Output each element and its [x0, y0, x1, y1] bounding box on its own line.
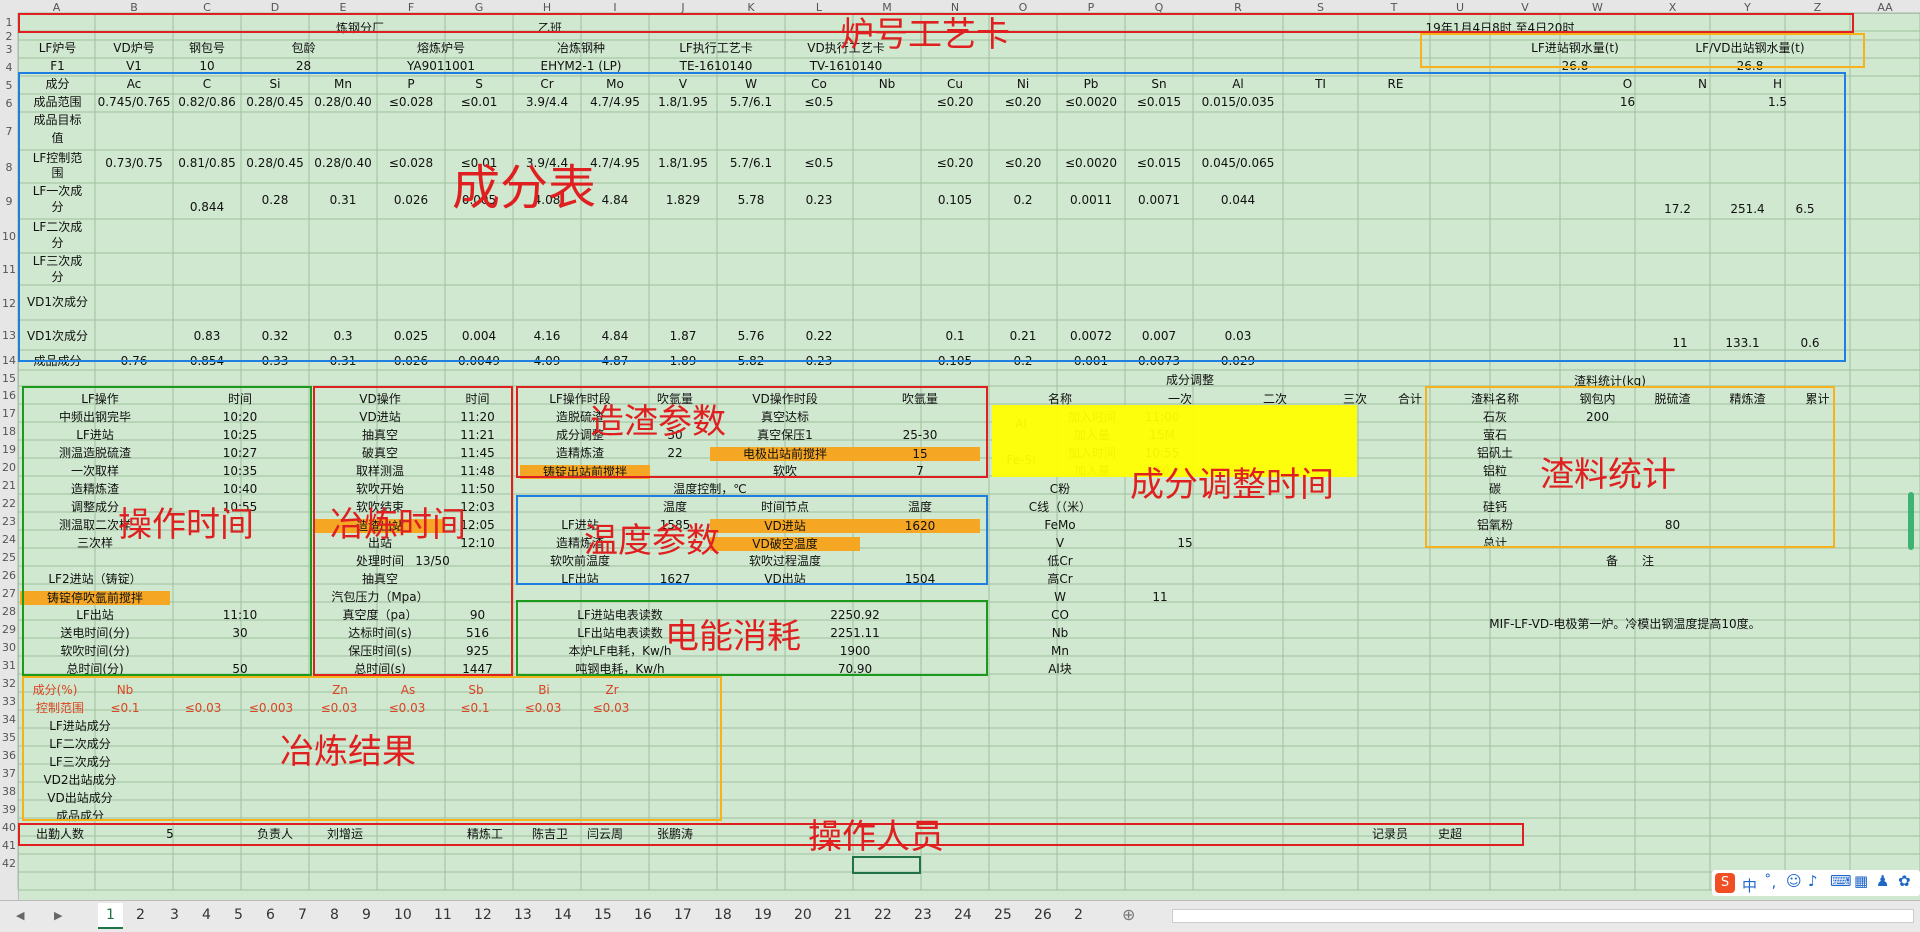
sheet-tab[interactable]: 7	[298, 907, 307, 923]
composition-box	[18, 72, 1846, 362]
sheet-tab[interactable]: 20	[794, 907, 812, 923]
cell[interactable]: 冶炼钢种	[516, 42, 646, 56]
sheet-tab[interactable]: 19	[754, 907, 772, 923]
cell[interactable]: FeMo	[1000, 519, 1120, 533]
microphone-icon[interactable]: ♪	[1808, 872, 1818, 890]
prev-sheet-icon[interactable]: ◀	[16, 909, 24, 922]
annotation-label: 成分调整时间	[1130, 465, 1334, 505]
cell[interactable]: CO	[1000, 609, 1120, 623]
sheet-tab[interactable]: 13	[514, 907, 532, 923]
cell[interactable]: 成分调整	[1100, 374, 1280, 388]
cell[interactable]: W	[1000, 591, 1120, 605]
cell[interactable]: C线（（米）	[1000, 501, 1120, 515]
annotation-label: 渣料统计	[1540, 455, 1676, 495]
sheet-tab[interactable]: 6	[266, 907, 275, 923]
sheet-tab[interactable]: 9	[362, 907, 371, 923]
sheet-tab-bar: ◀ ▶ 1 2 3 4 5 6 7 8 9 10 11 12 13 14 15 16 17 18 19 20 21 22 2…	[0, 900, 1920, 932]
cell[interactable]: V	[1000, 537, 1120, 551]
annotation-label: 冶炼时间	[330, 505, 466, 545]
annotation-label: 操作人员	[808, 817, 944, 857]
annotation-label: 操作时间	[118, 505, 254, 545]
cell[interactable]: Al块	[1000, 663, 1120, 677]
sheet-tab[interactable]: 1	[98, 903, 123, 929]
operators-box	[18, 823, 1524, 846]
slag-params-box	[516, 386, 988, 478]
cell[interactable]: 低Cr	[1000, 555, 1120, 569]
sheet-tab[interactable]: 23	[914, 907, 932, 923]
sheet-tab[interactable]: 18	[714, 907, 732, 923]
cell[interactable]: 备 注	[1570, 555, 1690, 569]
cell[interactable]: MIF-LF-VD-电极第一炉。冷模出钢温度提高10度。	[1430, 618, 1820, 632]
sheet-tab[interactable]: 2	[136, 907, 145, 923]
steel-weight-box	[1420, 33, 1865, 68]
sheet-tab[interactable]: 21	[834, 907, 852, 923]
sheet-tab[interactable]: 8	[330, 907, 339, 923]
cell[interactable]: 钢包号	[173, 42, 241, 56]
annotation-label: 成分表	[452, 160, 597, 216]
toolbox-icon[interactable]: ▦	[1854, 872, 1868, 890]
sheet-tab[interactable]: 10	[394, 907, 412, 923]
add-sheet-icon[interactable]: ⊕	[1122, 905, 1135, 924]
punctuation-icon[interactable]: ˚,	[1764, 873, 1776, 891]
annotation-label: 温度参数	[584, 521, 720, 561]
cell[interactable]: C粉	[1000, 483, 1120, 497]
sheet-tab[interactable]: 25	[994, 907, 1012, 923]
sheet-tab[interactable]: 17	[674, 907, 692, 923]
annotation-label: 造渣参数	[590, 402, 726, 442]
ime-toolbar[interactable]: S 中 ˚, ☺ ♪ ⌨ ▦ ♟ ✿	[1712, 870, 1920, 896]
keyboard-icon[interactable]: ⌨	[1830, 872, 1852, 890]
sheet-tab[interactable]: 12	[474, 907, 492, 923]
sheet-tab[interactable]: 24	[954, 907, 972, 923]
horizontal-scrollbar[interactable]	[1172, 909, 1914, 923]
spreadsheet[interactable]: A B C D E F G H I J K L M N O P Q R S T U V W X Y Z AA 1 2 3 4 5 6 7 8 9 10…	[0, 0, 1920, 931]
ime-language-label[interactable]: 中	[1742, 875, 1757, 896]
sheet-tab[interactable]: 26	[1034, 907, 1052, 923]
selected-cell[interactable]	[852, 856, 921, 874]
skin-icon[interactable]: ✿	[1898, 872, 1911, 890]
cell[interactable]: 熔炼炉号	[366, 42, 516, 56]
cell[interactable]: 11	[1130, 591, 1190, 605]
annotation-label: 电能消耗	[665, 617, 801, 657]
sheet-tab[interactable]: 14	[554, 907, 572, 923]
sheet-tab[interactable]: 11	[434, 907, 452, 923]
cell[interactable]: LF执行工艺卡	[646, 42, 786, 56]
cell[interactable]: 15	[1150, 537, 1220, 551]
user-icon[interactable]: ♟	[1876, 872, 1889, 890]
cell[interactable]: 包龄	[241, 42, 366, 56]
vertical-scrollbar-thumb[interactable]	[1908, 492, 1914, 550]
cell[interactable]: Nb	[1000, 627, 1120, 641]
sheet-tab[interactable]: 5	[234, 907, 243, 923]
sogou-icon[interactable]: S	[1715, 873, 1735, 893]
emoji-icon[interactable]: ☺	[1786, 872, 1802, 890]
sheet-tab[interactable]: 3	[170, 907, 179, 923]
sheet-tab[interactable]: 4	[202, 907, 211, 923]
cell[interactable]: LF炉号	[20, 42, 95, 56]
cell[interactable]: VD炉号	[95, 42, 173, 56]
sheet-tab[interactable]: 22	[874, 907, 892, 923]
sheet-tab[interactable]: 2	[1074, 907, 1083, 923]
cell[interactable]: 高Cr	[1000, 573, 1120, 587]
annotation-label: 冶炼结果	[280, 732, 416, 772]
next-sheet-icon[interactable]: ▶	[54, 909, 62, 922]
annotation-label: 炉号工艺卡	[840, 15, 1010, 55]
cell[interactable]: Mn	[1000, 645, 1120, 659]
sheet-tab[interactable]: 16	[634, 907, 652, 923]
sheet-tab[interactable]: 15	[594, 907, 612, 923]
